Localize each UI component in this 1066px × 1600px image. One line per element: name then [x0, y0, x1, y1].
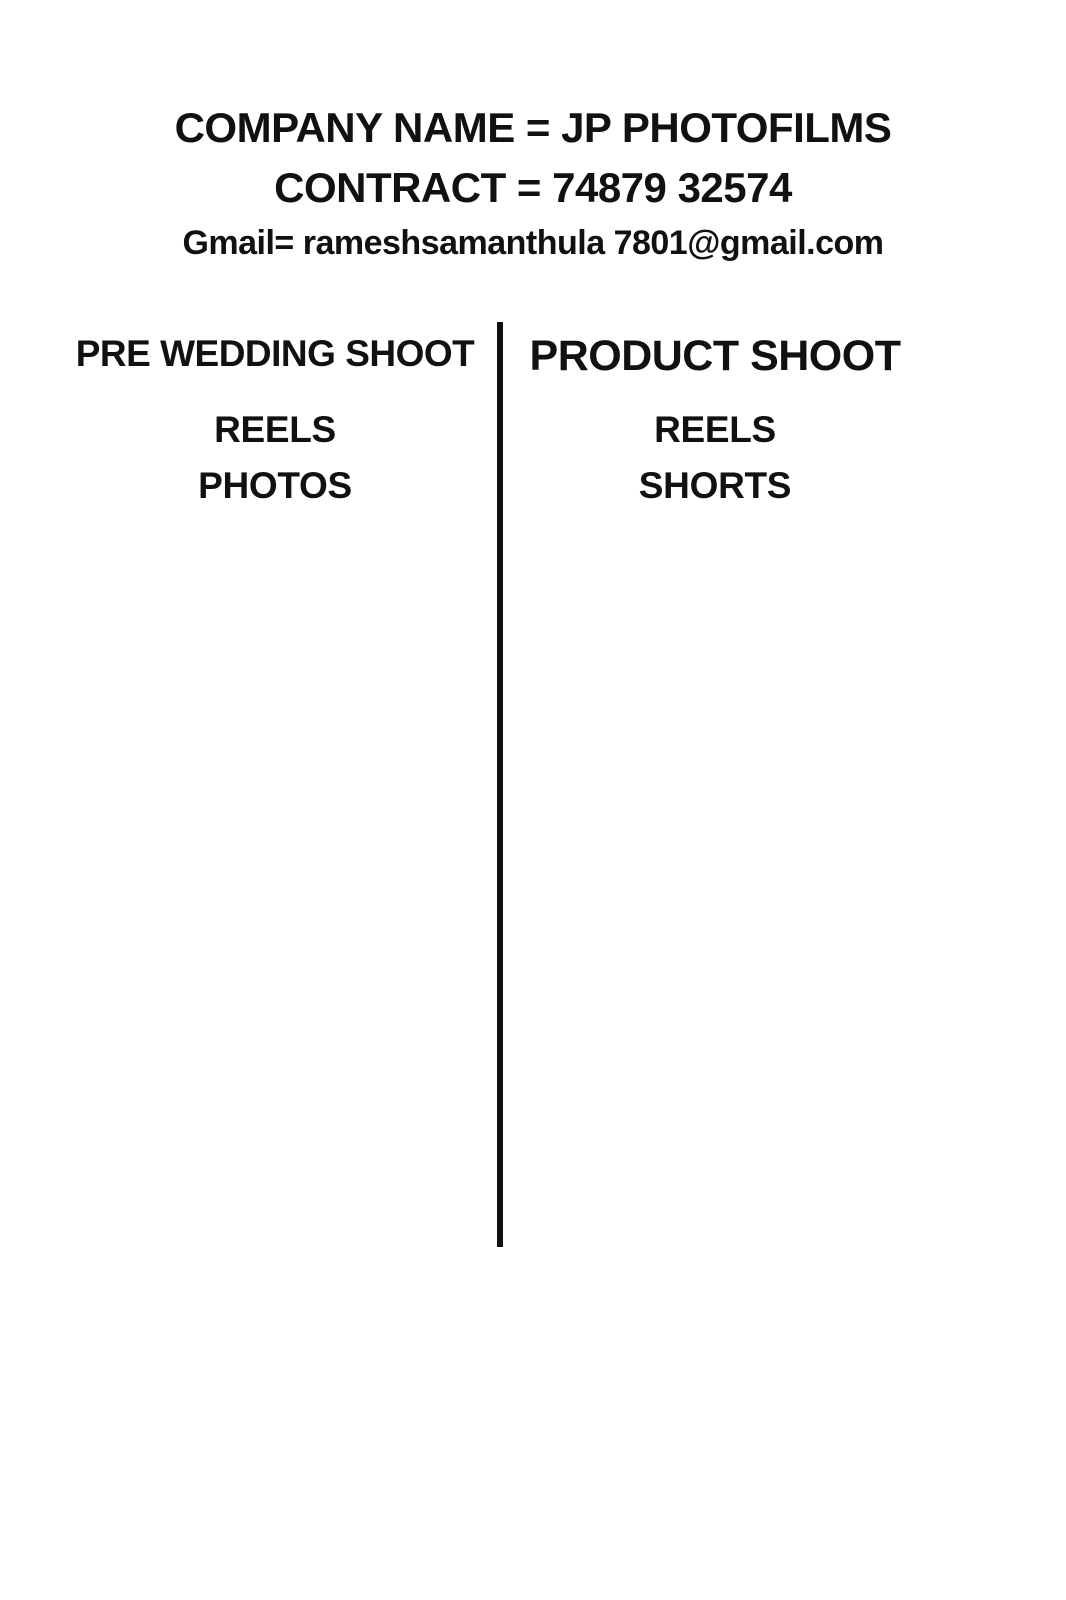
service-item: SHORTS: [638, 465, 792, 506]
service-column-pre-wedding: PRE WEDDING SHOOT REELS PHOTOS: [40, 330, 510, 514]
service-title: PRE WEDDING SHOOT: [75, 333, 475, 374]
service-item: REELS: [654, 409, 776, 450]
gmail-line: Gmail= rameshsamanthula 7801@gmail.com: [182, 224, 884, 262]
contract-line: CONTRACT = 74879 32574: [274, 164, 792, 211]
service-item: PHOTOS: [198, 465, 352, 506]
company-name-line: COMPANY NAME = JP PHOTOFILMS: [174, 104, 892, 151]
column-divider: [497, 322, 503, 1247]
service-title: PRODUCT SHOOT: [529, 332, 901, 380]
service-items: REELS PHOTOS: [40, 402, 510, 514]
service-items: REELS SHORTS: [505, 402, 925, 514]
service-column-product: PRODUCT SHOOT REELS SHORTS: [505, 330, 925, 514]
service-item: REELS: [214, 409, 336, 450]
